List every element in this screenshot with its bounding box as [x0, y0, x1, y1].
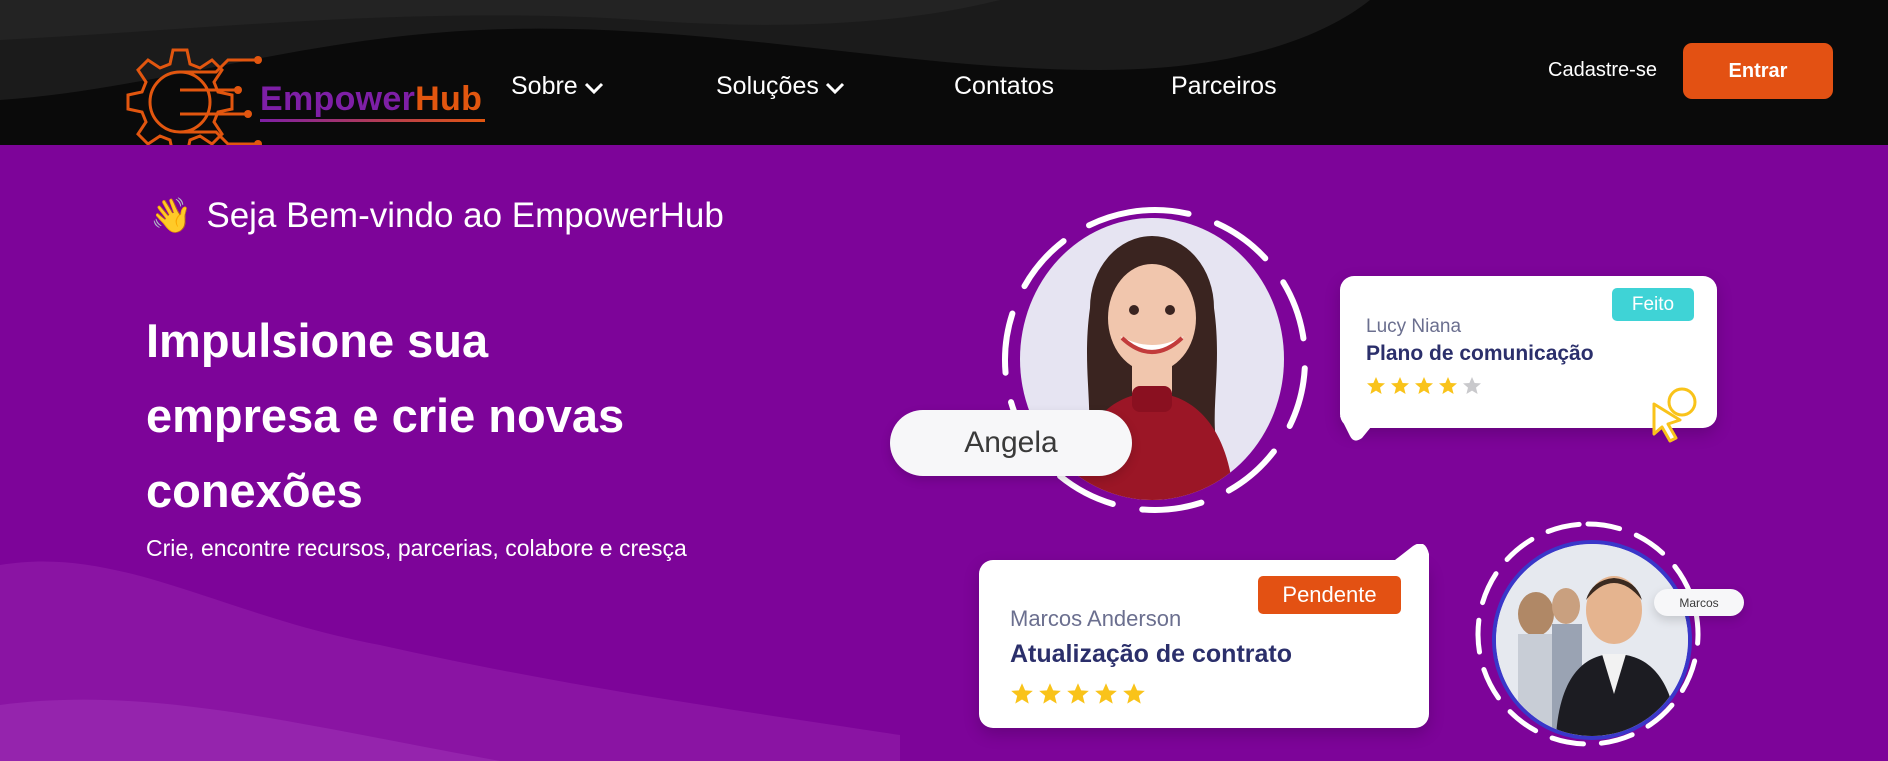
- signup-link[interactable]: Cadastre-se: [1548, 59, 1657, 82]
- landing-page: EmpowerHub Sobre Soluções Contatos Parce…: [0, 0, 1888, 761]
- marcos-name-pill: Marcos: [1654, 589, 1744, 616]
- nav-item-label: Soluções: [716, 72, 819, 100]
- nav-item-parceiros[interactable]: Parceiros: [1171, 72, 1277, 101]
- businessman-portrait-illustration: [1496, 544, 1688, 736]
- star-filled-icon: [1439, 377, 1457, 394]
- card-task-title: Plano de comunicação: [1366, 342, 1594, 365]
- marcos-avatar: [1492, 540, 1692, 740]
- status-badge-done: Feito: [1612, 288, 1694, 321]
- status-badge-label: Pendente: [1282, 582, 1377, 607]
- star-filled-icon: [1039, 683, 1061, 704]
- chevron-down-icon: [584, 82, 603, 94]
- brand-wordmark: EmpowerHub: [260, 80, 482, 119]
- brand-wordmark-part2: Hub: [415, 80, 483, 118]
- waving-hand-icon: 👋: [150, 197, 193, 235]
- star-filled-icon: [1095, 683, 1117, 704]
- nav-item-contatos[interactable]: Contatos: [954, 72, 1054, 101]
- card-person-name: Lucy Niana: [1366, 316, 1462, 337]
- star-filled-icon: [1011, 683, 1033, 704]
- star-filled-icon: [1067, 683, 1089, 704]
- card-tail: [1395, 544, 1429, 574]
- nav-item-solucoes[interactable]: Soluções: [716, 72, 845, 101]
- star-filled-icon: [1367, 377, 1385, 394]
- card-task-title: Atualização de contrato: [1010, 640, 1292, 668]
- top-header: EmpowerHub Sobre Soluções Contatos Parce…: [0, 0, 1888, 145]
- angela-name: Angela: [964, 426, 1058, 459]
- marcos-name: Marcos: [1679, 595, 1719, 610]
- chevron-down-icon: [825, 82, 844, 94]
- status-badge-label: Feito: [1631, 293, 1675, 315]
- task-card-marcos: Pendente Marcos Anderson Atualização de …: [979, 544, 1429, 728]
- brand-underline: [260, 119, 485, 122]
- welcome-text: Seja Bem-vindo ao EmpowerHub: [206, 196, 724, 235]
- login-button[interactable]: Entrar: [1683, 43, 1833, 99]
- hero-subheadline: Crie, encontre recursos, parcerias, cola…: [146, 535, 687, 561]
- nav-item-sobre[interactable]: Sobre: [511, 72, 604, 101]
- headline-line: empresa e crie novas: [146, 389, 625, 442]
- star-filled-icon: [1415, 377, 1433, 394]
- brand-wordmark-part1: Empower: [260, 80, 416, 118]
- star-filled-icon: [1391, 377, 1409, 394]
- nav-item-label: Parceiros: [1171, 72, 1277, 100]
- nav-item-label: Contatos: [954, 72, 1055, 100]
- star-filled-icon: [1123, 683, 1145, 704]
- rating-stars: [1366, 376, 1482, 396]
- star-empty-icon: [1463, 377, 1481, 394]
- cursor-pointer-icon: [1652, 387, 1697, 443]
- headline-line: Impulsione sua: [146, 314, 489, 367]
- status-badge-pending: Pendente: [1258, 576, 1401, 614]
- angela-name-pill: Angela: [890, 410, 1132, 476]
- hero-headline: Impulsione sua empresa e crie novas cone…: [146, 303, 706, 528]
- rating-stars: [1010, 682, 1146, 706]
- gear-circuit-logo-icon: [126, 48, 262, 145]
- welcome-message: 👋 Seja Bem-vindo ao EmpowerHub: [150, 196, 724, 236]
- card-tail: [1340, 416, 1380, 441]
- headline-line: conexões: [146, 464, 363, 517]
- card-person-name: Marcos Anderson: [1010, 606, 1182, 631]
- nav-item-label: Sobre: [511, 72, 578, 100]
